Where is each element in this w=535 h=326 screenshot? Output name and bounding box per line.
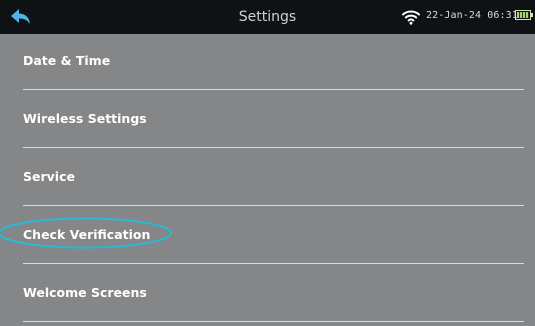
menu-item-label: Wireless Settings	[23, 111, 147, 126]
menu-item-date-time[interactable]: Date & Time	[0, 34, 535, 91]
menu-item-label: Service	[23, 169, 75, 184]
menu-item-label: Welcome Screens	[23, 285, 147, 300]
menu-item-label: Check Verification	[23, 227, 151, 242]
menu-item-check-verification[interactable]: Check Verification	[0, 208, 535, 265]
settings-menu: Date & Time Wireless Settings Service Ch…	[0, 34, 535, 326]
menu-item-welcome-screens[interactable]: Welcome Screens	[0, 266, 535, 323]
date-text: 22-Jan-24	[426, 10, 482, 21]
time-text: 06:31	[487, 10, 518, 21]
divider	[23, 321, 524, 322]
settings-screen: Settings 22-Jan-24 06:31 Date & Time Wir…	[0, 0, 535, 326]
divider	[23, 205, 524, 206]
divider	[23, 147, 524, 148]
divider	[23, 263, 524, 264]
divider	[23, 89, 524, 90]
menu-item-service[interactable]: Service	[0, 150, 535, 207]
top-status-bar: Settings 22-Jan-24 06:31	[0, 0, 535, 34]
battery-icon	[515, 10, 533, 20]
menu-item-wireless-settings[interactable]: Wireless Settings	[0, 92, 535, 149]
wifi-icon	[402, 10, 420, 25]
menu-item-label: Date & Time	[23, 53, 111, 68]
date-time-readout: 22-Jan-24 06:31	[426, 10, 518, 21]
